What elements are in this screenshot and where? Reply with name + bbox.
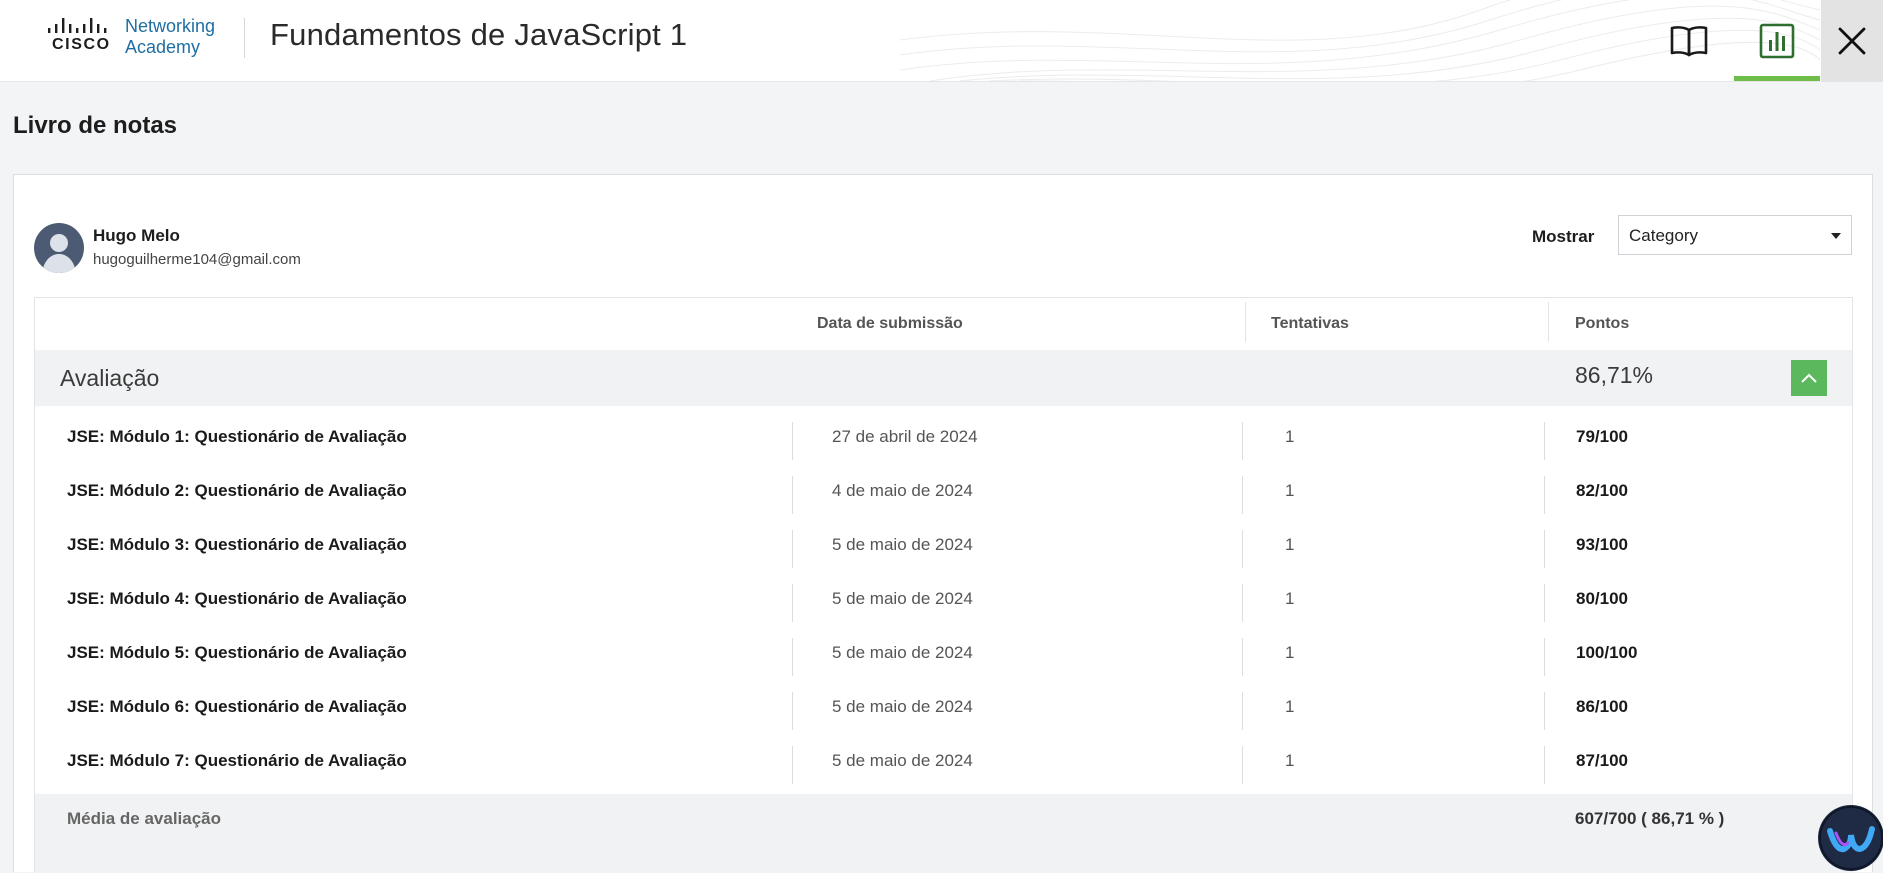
show-select-value: Category: [1629, 226, 1698, 245]
header-attempts: Tentativas: [1271, 315, 1349, 332]
cell-divider: [792, 638, 793, 676]
header-submission-date: Data de submissão: [817, 315, 963, 332]
chevron-up-icon: [1801, 373, 1817, 383]
assessment-name[interactable]: JSE: Módulo 3: Questionário de Avaliação: [67, 535, 407, 555]
active-tab-indicator: [1734, 76, 1820, 81]
show-select[interactable]: Category: [1618, 215, 1852, 255]
points: 100/100: [1576, 643, 1638, 662]
cell-divider: [1544, 638, 1545, 676]
submission-date: 5 de maio de 2024: [832, 535, 973, 554]
course-title: Fundamentos de JavaScript 1: [270, 17, 688, 52]
header-divider: [244, 18, 245, 58]
chevron-down-icon: [1831, 233, 1841, 239]
logo-line-2: Academy: [125, 37, 201, 57]
gradebook-card: Hugo Melo hugoguilherme104@gmail.com Mos…: [13, 174, 1873, 873]
assessment-name[interactable]: JSE: Módulo 5: Questionário de Avaliação: [67, 643, 407, 663]
assessment-name[interactable]: JSE: Módulo 2: Questionário de Avaliação: [67, 481, 407, 501]
average-label: Média de avaliação: [67, 809, 222, 828]
attempts: 1: [1285, 427, 1295, 446]
cell-divider: [1544, 476, 1545, 514]
points: 93/100: [1576, 535, 1628, 554]
cell-divider: [792, 476, 793, 514]
extension-bubble[interactable]: [1818, 805, 1883, 871]
cisco-wordmark: CISCO: [52, 36, 111, 53]
course-content-button[interactable]: [1655, 0, 1723, 81]
table-row[interactable]: JSE: Módulo 2: Questionário de Avaliação…: [35, 465, 1852, 519]
submission-date: 5 de maio de 2024: [832, 751, 973, 770]
cell-divider: [1544, 746, 1545, 784]
grades-table: Data de submissão Tentativas Pontos Aval…: [34, 297, 1853, 873]
points: 79/100: [1576, 427, 1628, 446]
cell-divider: [1242, 422, 1243, 460]
average-row: Média de avaliação 607/700 ( 86,71 % ): [35, 794, 1852, 873]
average-value: 607/700 ( 86,71 % ): [1575, 809, 1725, 828]
top-header: CISCO Networking Academy Fundamentos de …: [0, 0, 1883, 82]
points: 80/100: [1576, 589, 1628, 608]
bar-chart-icon: [1759, 23, 1795, 58]
cell-divider: [792, 692, 793, 730]
user-avatar-icon: [34, 223, 84, 273]
assessment-name[interactable]: JSE: Módulo 1: Questionário de Avaliação: [67, 427, 407, 447]
user-name: Hugo Melo: [93, 226, 180, 245]
submission-date: 4 de maio de 2024: [832, 481, 973, 500]
user-email: hugoguilherme104@gmail.com: [93, 251, 301, 268]
cell-divider: [1544, 584, 1545, 622]
show-label: Mostrar: [1532, 227, 1595, 246]
table-row[interactable]: JSE: Módulo 5: Questionário de Avaliação…: [35, 627, 1852, 681]
cell-divider: [792, 584, 793, 622]
page-title: Livro de notas: [13, 112, 178, 139]
submission-date: 5 de maio de 2024: [832, 589, 973, 608]
cell-divider: [1544, 422, 1545, 460]
attempts: 1: [1285, 751, 1295, 770]
cell-divider: [1242, 584, 1243, 622]
header-points: Pontos: [1575, 315, 1630, 332]
networking-academy-text: Networking Academy: [125, 16, 215, 58]
submission-date: 5 de maio de 2024: [832, 643, 973, 662]
points: 82/100: [1576, 481, 1628, 500]
book-icon: [1670, 25, 1708, 56]
header-divider: [1548, 302, 1549, 342]
cell-divider: [1242, 638, 1243, 676]
table-row[interactable]: JSE: Módulo 6: Questionário de Avaliação…: [35, 681, 1852, 735]
cisco-networking-academy-logo[interactable]: CISCO Networking Academy: [46, 16, 236, 60]
points: 87/100: [1576, 751, 1628, 770]
table-row[interactable]: JSE: Módulo 3: Questionário de Avaliação…: [35, 519, 1852, 573]
category-name: Avaliação: [60, 365, 160, 391]
cell-divider: [792, 530, 793, 568]
attempts: 1: [1285, 589, 1295, 608]
close-icon: [1838, 27, 1866, 54]
assessment-name[interactable]: JSE: Módulo 4: Questionário de Avaliação: [67, 589, 407, 609]
submission-date: 27 de abril de 2024: [832, 427, 978, 446]
category-score: 86,71%: [1575, 362, 1654, 388]
header-divider: [1245, 302, 1246, 342]
cell-divider: [1242, 476, 1243, 514]
cisco-bars-icon: [48, 18, 107, 33]
cell-divider: [1242, 692, 1243, 730]
close-button[interactable]: [1821, 0, 1883, 81]
table-row[interactable]: JSE: Módulo 1: Questionário de Avaliação…: [35, 411, 1852, 465]
extension-logo-icon: [1819, 806, 1883, 870]
attempts: 1: [1285, 697, 1295, 716]
attempts: 1: [1285, 643, 1295, 662]
submission-date: 5 de maio de 2024: [832, 697, 973, 716]
attempts: 1: [1285, 481, 1295, 500]
cell-divider: [792, 746, 793, 784]
avatar: [34, 223, 84, 273]
table-header: Data de submissão Tentativas Pontos: [35, 298, 1852, 350]
assessment-name[interactable]: JSE: Módulo 7: Questionário de Avaliação: [67, 751, 407, 771]
points: 86/100: [1576, 697, 1628, 716]
attempts: 1: [1285, 535, 1295, 554]
collapse-category-button[interactable]: [1791, 360, 1827, 396]
logo-line-1: Networking: [125, 16, 216, 36]
category-row: Avaliação 86,71%: [35, 350, 1852, 406]
cell-divider: [792, 422, 793, 460]
gradebook-button[interactable]: [1734, 0, 1820, 81]
table-row[interactable]: JSE: Módulo 7: Questionário de Avaliação…: [35, 735, 1852, 789]
cell-divider: [1544, 530, 1545, 568]
assessment-name[interactable]: JSE: Módulo 6: Questionário de Avaliação: [67, 697, 407, 717]
table-row[interactable]: JSE: Módulo 4: Questionário de Avaliação…: [35, 573, 1852, 627]
cell-divider: [1544, 692, 1545, 730]
cell-divider: [1242, 530, 1243, 568]
cell-divider: [1242, 746, 1243, 784]
